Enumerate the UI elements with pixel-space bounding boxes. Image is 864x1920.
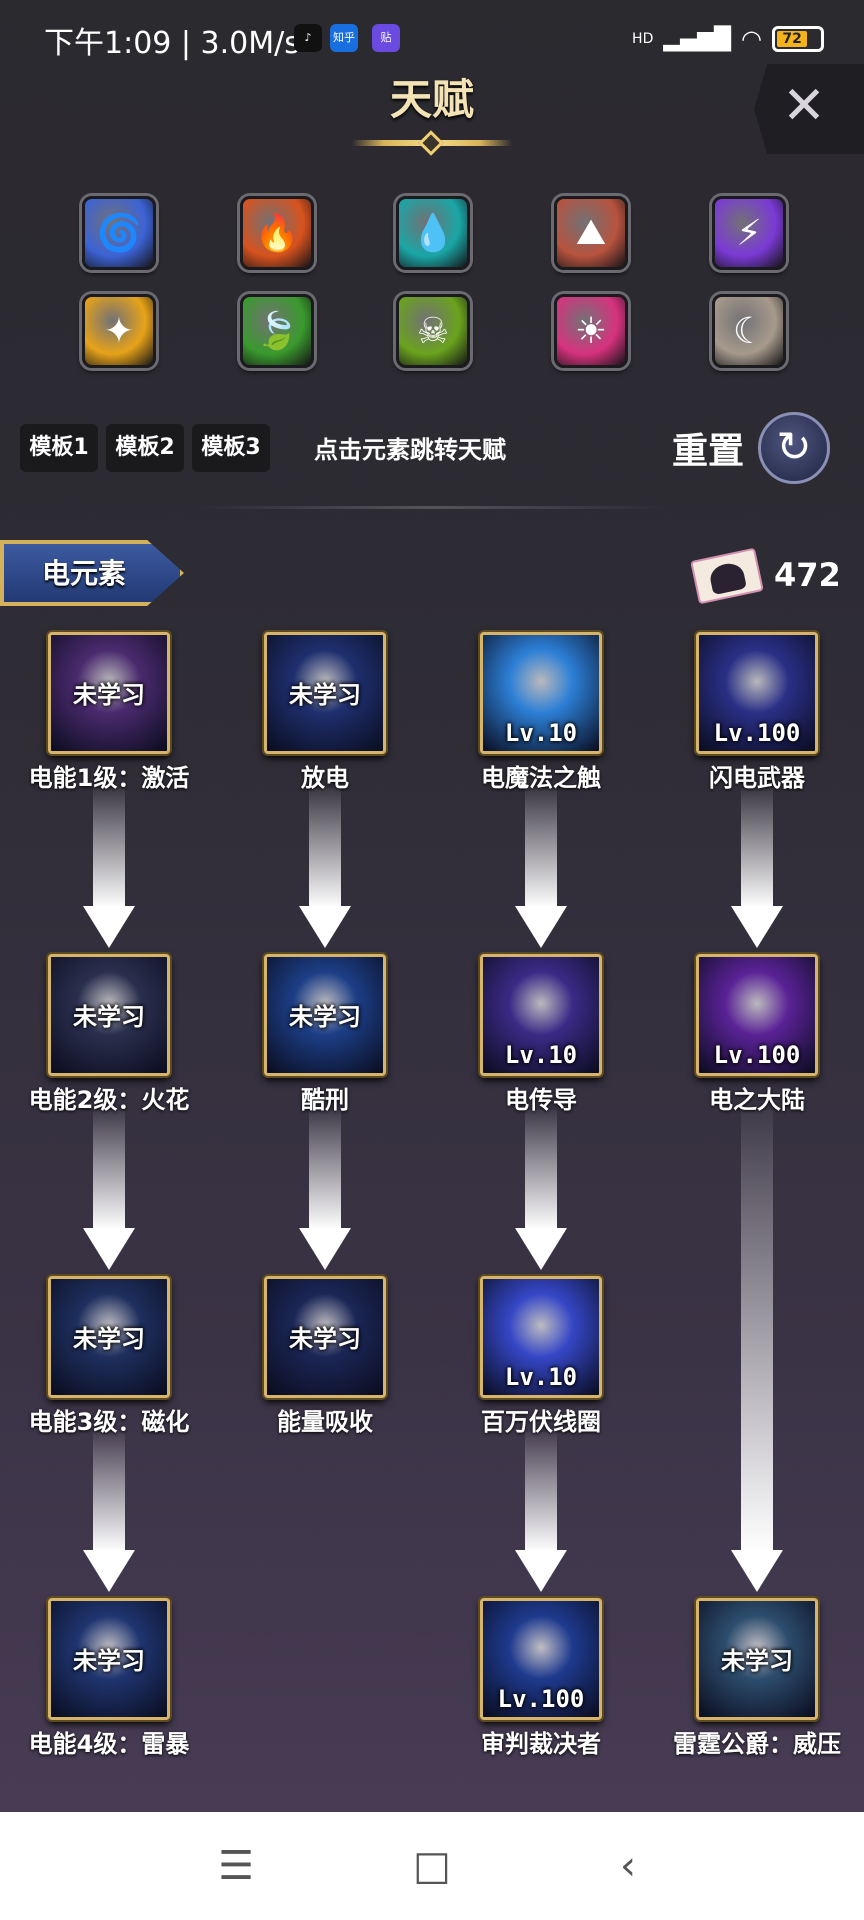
water-drop-icon[interactable]: 💧: [396, 196, 470, 270]
whirlwind-icon[interactable]: 🌀: [82, 196, 156, 270]
arrow-down-icon: [515, 1228, 567, 1270]
arrow-down-icon: [83, 1228, 135, 1270]
arrow-down-icon: [299, 1228, 351, 1270]
leaf-icon[interactable]: 🍃: [240, 294, 314, 368]
arrow-down-icon: [83, 1550, 135, 1592]
talent-name: 电能2级：火花: [28, 1086, 190, 1114]
lightning-icon[interactable]: ⚡: [712, 196, 786, 270]
talent-node[interactable]: 未学习: [48, 1598, 170, 1720]
talent-node[interactable]: 未学习: [48, 1276, 170, 1398]
connector-arrow-shaft: [93, 1110, 125, 1230]
talent-points-icon: [690, 547, 764, 605]
connector-arrow-shaft: [309, 1110, 341, 1230]
talent-level-label: Lv.10: [504, 1041, 578, 1069]
talent-node[interactable]: 未学习: [696, 1598, 818, 1720]
talent-name: 电传导: [505, 1086, 577, 1114]
moon-icon[interactable]: ☾: [712, 294, 786, 368]
reset-icon[interactable]: ↻: [758, 412, 830, 484]
talent-name: 闪电武器: [709, 764, 805, 792]
talent-state-label: 未学习: [289, 1325, 361, 1353]
fire-icon[interactable]: 🔥: [240, 196, 314, 270]
talent-level-label: Lv.100: [713, 1041, 801, 1069]
talent-state-label: 未学习: [73, 1647, 145, 1675]
poison-skull-icon[interactable]: ☠: [396, 294, 470, 368]
title-gem-ornament: [418, 130, 444, 156]
tiktok-icon: ♪: [294, 24, 322, 52]
talent-name: 放电: [301, 764, 349, 792]
element-hint-text: 点击元素跳转天赋: [314, 436, 506, 464]
hd-signal-icon: HD: [632, 31, 654, 47]
arrow-down-icon: [299, 906, 351, 948]
talent-state-label: 未学习: [73, 681, 145, 709]
light-icon[interactable]: ✦: [82, 294, 156, 368]
talent-node[interactable]: Lv.100: [480, 1598, 602, 1720]
talent-node[interactable]: 未学习: [264, 1276, 386, 1398]
wifi-icon: ◠: [741, 25, 762, 53]
talent-name: 酷刑: [301, 1086, 349, 1114]
talent-state-label: 未学习: [289, 1003, 361, 1031]
section-divider: [200, 506, 664, 509]
status-bar: 下午1:09 | 3.0M/s ♪ 知乎 贴 HD ▂▄▆█ ◠ 72: [0, 0, 864, 76]
connector-arrow-shaft: [93, 788, 125, 908]
talent-node[interactable]: 未学习: [264, 632, 386, 754]
talent-name: 能量吸收: [277, 1408, 373, 1436]
status-right: HD ▂▄▆█ ◠ 72: [632, 22, 824, 56]
battery-icon: 72: [772, 26, 824, 52]
template-3-button[interactable]: 模板3: [192, 424, 270, 472]
talent-node[interactable]: 未学习: [48, 954, 170, 1076]
menu-icon[interactable]: ☰: [206, 1836, 266, 1896]
earth-icon[interactable]: ⛰: [554, 196, 628, 270]
talent-name: 电魔法之触: [481, 764, 601, 792]
zhihu-icon: 知乎: [330, 24, 358, 52]
template-2-button[interactable]: 模板2: [106, 424, 184, 472]
section-label: 电元素: [42, 557, 127, 590]
tieba-icon: 贴: [372, 24, 400, 52]
connector-arrow-shaft: [525, 1110, 557, 1230]
arrow-down-icon: [83, 906, 135, 948]
talent-state-label: 未学习: [289, 681, 361, 709]
talent-level-label: Lv.100: [713, 719, 801, 747]
connector-arrow-shaft: [525, 1432, 557, 1552]
connector-arrow-shaft: [525, 788, 557, 908]
arrow-down-icon: [731, 906, 783, 948]
talent-state-label: 未学习: [73, 1003, 145, 1031]
arrow-down-icon: [515, 906, 567, 948]
close-icon[interactable]: ✕: [774, 76, 834, 136]
home-icon[interactable]: □: [402, 1836, 462, 1896]
arrow-down-icon: [515, 1550, 567, 1592]
battery-level: 72: [777, 31, 808, 47]
talent-node[interactable]: Lv.100: [696, 632, 818, 754]
connector-arrow-shaft: [309, 788, 341, 908]
template-1-button[interactable]: 模板1: [20, 424, 98, 472]
talent-node[interactable]: Lv.10: [480, 954, 602, 1076]
talent-points-value: 472: [774, 556, 841, 594]
connector-arrow-shaft: [741, 788, 773, 908]
back-icon[interactable]: ‹: [598, 1836, 658, 1896]
talent-node[interactable]: Lv.10: [480, 632, 602, 754]
signal-bars-icon: ▂▄▆█: [663, 26, 732, 52]
talent-node[interactable]: Lv.100: [696, 954, 818, 1076]
talent-name: 电能1级：激活: [28, 764, 190, 792]
talent-node[interactable]: 未学习: [48, 632, 170, 754]
talent-name: 电能4级：雷暴: [28, 1730, 190, 1758]
talent-level-label: Lv.10: [504, 719, 578, 747]
page-title: 天赋: [389, 75, 474, 124]
connector-arrow-shaft: [93, 1432, 125, 1552]
talent-name: 审判裁决者: [481, 1730, 601, 1758]
arrow-down-icon: [731, 1550, 783, 1592]
talent-level-label: Lv.10: [504, 1363, 578, 1391]
talent-state-label: 未学习: [73, 1325, 145, 1353]
talent-node[interactable]: 未学习: [264, 954, 386, 1076]
status-time: 下午1:09 | 3.0M/s: [44, 26, 300, 61]
reset-label[interactable]: 重置: [672, 422, 744, 474]
sun-icon[interactable]: ☀: [554, 294, 628, 368]
connector-arrow-shaft: [741, 1110, 773, 1552]
talent-name: 百万伏线圈: [481, 1408, 601, 1436]
talent-state-label: 未学习: [721, 1647, 793, 1675]
talent-node[interactable]: Lv.10: [480, 1276, 602, 1398]
talent-name: 电能3级：磁化: [28, 1408, 190, 1436]
talent-name: 电之大陆: [709, 1086, 805, 1114]
talent-level-label: Lv.100: [497, 1685, 585, 1713]
talent-name: 雷霆公爵：威压: [673, 1730, 841, 1758]
